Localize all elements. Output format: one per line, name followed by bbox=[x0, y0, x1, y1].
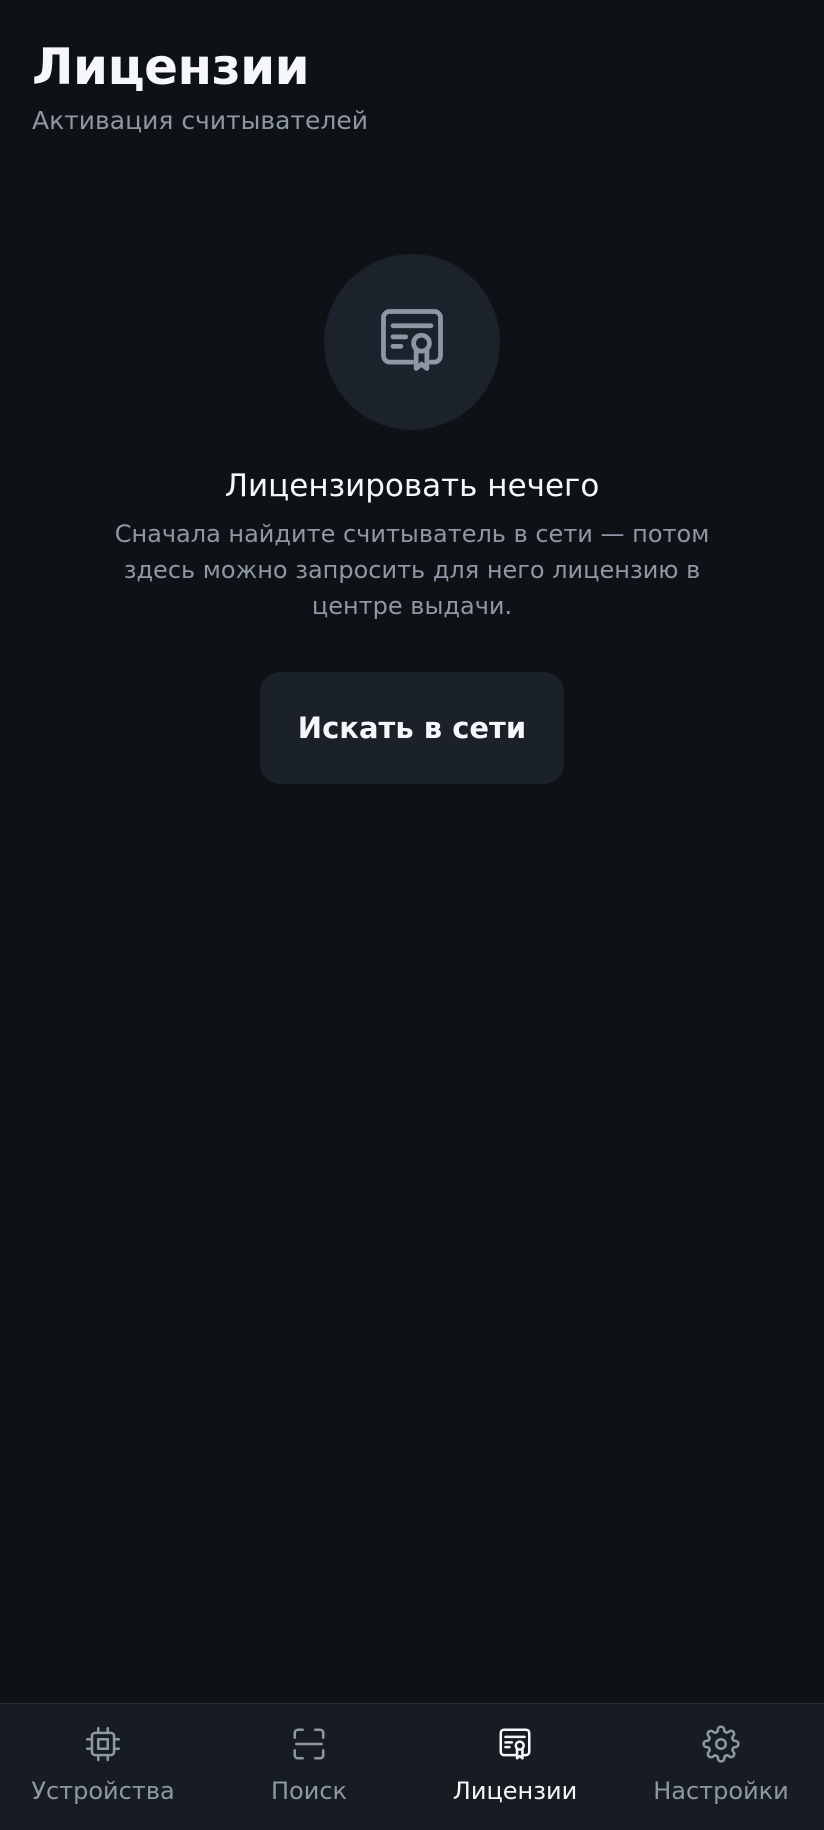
nav-label-settings: Настройки bbox=[653, 1777, 789, 1805]
nav-label-licenses: Лицензии bbox=[452, 1777, 578, 1805]
licenses-screen: Лицензии Активация считывателей Лицензир… bbox=[0, 0, 824, 1830]
scan-icon bbox=[289, 1724, 329, 1764]
header: Лицензии Активация считывателей bbox=[32, 36, 368, 138]
empty-state-title: Лицензировать нечего bbox=[224, 468, 600, 504]
empty-state-icon-circle bbox=[324, 254, 500, 430]
nav-item-licenses[interactable]: Лицензии bbox=[412, 1704, 618, 1830]
nav-item-settings[interactable]: Настройки bbox=[618, 1704, 824, 1830]
chip-icon bbox=[83, 1724, 123, 1764]
nav-label-devices: Устройства bbox=[31, 1777, 175, 1805]
certificate-icon bbox=[374, 302, 450, 382]
gear-icon bbox=[701, 1724, 741, 1764]
certificate-icon bbox=[495, 1724, 535, 1764]
nav-item-devices[interactable]: Устройства bbox=[0, 1704, 206, 1830]
bottom-nav: Устройства Поиск Лицензии Настройки bbox=[0, 1703, 824, 1830]
nav-label-search: Поиск bbox=[270, 1777, 348, 1805]
page-title: Лицензии bbox=[32, 38, 310, 96]
empty-state: Лицензировать нечего Сначала найдите счи… bbox=[0, 254, 824, 784]
search-network-button[interactable]: Искать в сети bbox=[260, 672, 564, 784]
empty-state-description: Сначала найдите считыватель в сети — пот… bbox=[114, 520, 710, 620]
nav-item-search[interactable]: Поиск bbox=[206, 1704, 412, 1830]
page-subtitle: Активация считывателей bbox=[32, 106, 368, 135]
